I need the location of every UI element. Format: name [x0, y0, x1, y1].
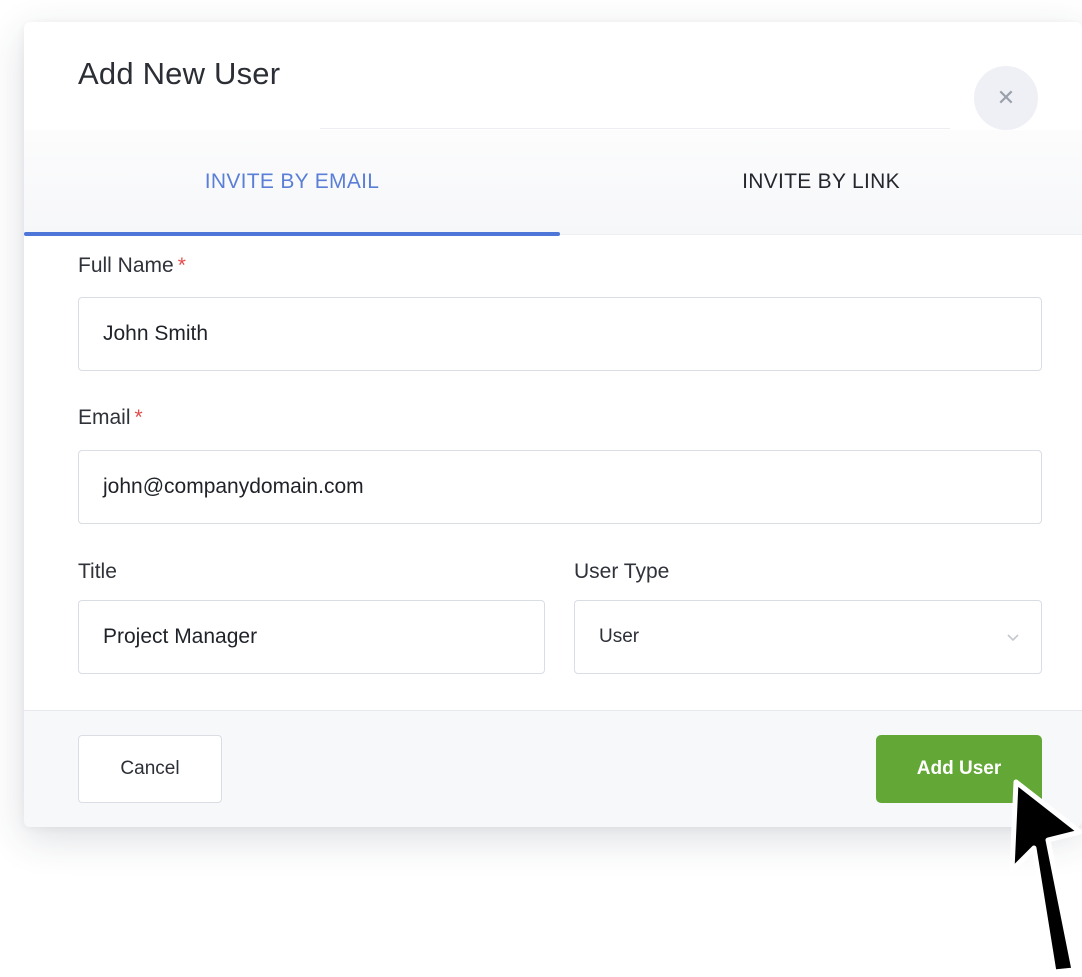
tab-label: INVITE BY EMAIL	[204, 170, 380, 193]
tab-label: INVITE BY LINK	[742, 170, 900, 193]
screen: Add New User ✕ INVITE BY EMAIL INVITE BY…	[0, 0, 1082, 977]
close-icon: ✕	[996, 85, 1016, 110]
header-divider	[320, 128, 950, 129]
tab-invite-by-link[interactable]: INVITE BY LINK	[560, 130, 1082, 234]
full-name-label: Full Name *	[78, 254, 186, 278]
chevron-down-icon	[1007, 629, 1019, 645]
active-tab-indicator	[24, 232, 560, 236]
required-asterisk: *	[177, 254, 186, 277]
email-value: john@companydomain.com	[103, 475, 364, 498]
modal-title: Add New User	[78, 56, 281, 91]
required-asterisk: *	[134, 406, 143, 429]
cancel-button[interactable]: Cancel	[78, 735, 222, 803]
user-type-label: User Type	[574, 560, 670, 583]
email-input[interactable]: john@companydomain.com	[78, 450, 1042, 524]
title-label: Title	[78, 560, 117, 583]
title-value: Project Manager	[103, 625, 258, 648]
title-input[interactable]: Project Manager	[78, 600, 545, 674]
modal-footer: Cancel Add User	[24, 710, 1082, 827]
add-user-button[interactable]: Add User	[876, 735, 1042, 803]
user-type-select[interactable]: User	[574, 600, 1042, 674]
email-label-text: Email	[78, 406, 131, 429]
close-button[interactable]: ✕	[974, 66, 1038, 130]
user-type-selected: User	[599, 626, 640, 647]
add-user-modal: Add New User ✕ INVITE BY EMAIL INVITE BY…	[24, 22, 1082, 827]
email-label: Email *	[78, 406, 143, 430]
tab-invite-by-email[interactable]: INVITE BY EMAIL	[24, 130, 560, 236]
full-name-value: John Smith	[103, 322, 209, 345]
tab-bar: INVITE BY EMAIL INVITE BY LINK	[24, 130, 1082, 236]
full-name-input[interactable]: John Smith	[78, 297, 1042, 371]
full-name-label-text: Full Name	[78, 254, 174, 277]
